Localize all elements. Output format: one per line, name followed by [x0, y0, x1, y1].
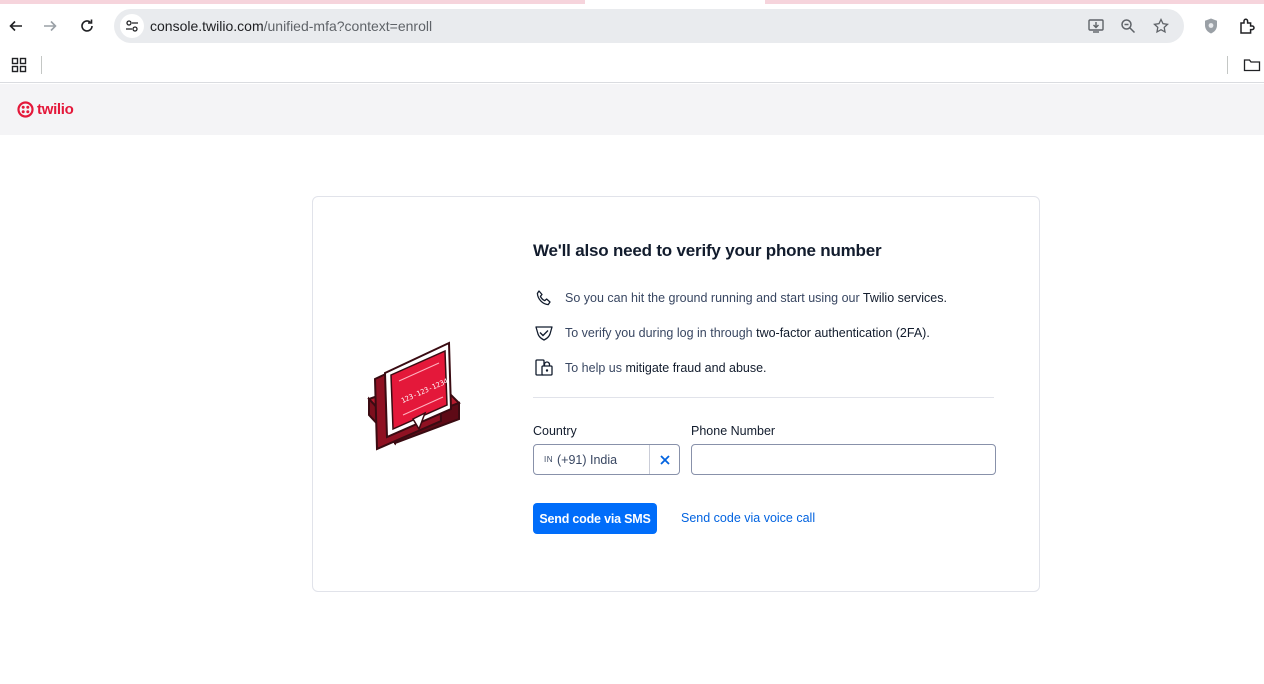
browser-toolbar: console.twilio.com/unified-mfa?context=e… [0, 4, 1264, 48]
folder-icon [1243, 59, 1261, 72]
country-flag: IN [544, 455, 553, 464]
close-icon [659, 454, 670, 465]
reason-text: So you can hit the ground running and st… [565, 291, 947, 305]
url-host: console.twilio.com [150, 18, 264, 34]
fraud-lock-icon [533, 358, 555, 378]
address-bar[interactable]: console.twilio.com/unified-mfa?context=e… [114, 9, 1184, 43]
card-title: We'll also need to verify your phone num… [533, 241, 882, 260]
shield-extension-icon [1205, 18, 1217, 34]
extension-shield-button[interactable] [1200, 15, 1222, 37]
shield-check-icon [533, 323, 555, 343]
country-label: Country [533, 424, 577, 438]
verify-phone-card: 123-123-1234 We'll also need to verify y… [312, 196, 1040, 592]
install-app-button[interactable] [1086, 16, 1106, 36]
bookmark-star-button[interactable] [1151, 16, 1171, 36]
bookmarks-bar [0, 48, 1264, 83]
back-arrow-icon [9, 20, 22, 32]
phone-number-label: Phone Number [691, 424, 776, 438]
zoom-button[interactable] [1118, 16, 1138, 36]
twilio-logo-icon [17, 100, 34, 118]
bookmarks-separator [41, 56, 42, 74]
bookmarks-separator-right [1227, 56, 1228, 74]
puzzle-icon [1240, 18, 1255, 34]
logo-text: twilio [37, 100, 74, 118]
app-header: twilio [0, 84, 1264, 135]
list-item: To help us mitigate fraud and abuse. [533, 358, 995, 396]
forward-arrow-icon [44, 20, 57, 32]
reload-button[interactable] [75, 14, 99, 38]
list-item: To verify you during log in through two-… [533, 326, 995, 361]
clear-country-button[interactable] [649, 445, 679, 474]
apps-grid-icon [11, 57, 27, 73]
reason-text: To verify you during log in through two-… [565, 326, 930, 340]
phone-form: Country IN (+91) India Phone Number [533, 424, 996, 475]
divider [533, 397, 994, 398]
country-select[interactable]: IN (+91) India [533, 444, 680, 475]
twilio-logo[interactable]: twilio [17, 99, 74, 119]
phone-number-input[interactable] [691, 444, 996, 475]
send-sms-button[interactable]: Send code via SMS [533, 503, 657, 534]
url-path: /unified-mfa?context=enroll [263, 18, 433, 34]
url-text: console.twilio.com/unified-mfa?context=e… [150, 18, 432, 34]
reasons-list: So you can hit the ground running and st… [533, 288, 995, 396]
back-button[interactable] [4, 14, 28, 38]
all-bookmarks-button[interactable] [1243, 56, 1261, 74]
form-actions: Send code via SMS Send code via voice ca… [533, 503, 995, 535]
extensions-button[interactable] [1236, 15, 1258, 37]
site-info-button[interactable] [120, 14, 144, 38]
reason-text: To help us mitigate fraud and abuse. [565, 361, 767, 375]
zoom-icon [1121, 19, 1136, 34]
apps-button[interactable] [10, 56, 28, 74]
send-voice-call-link[interactable]: Send code via voice call [681, 511, 815, 525]
install-icon [1088, 19, 1104, 33]
reload-icon [81, 19, 93, 32]
forward-button[interactable] [38, 14, 62, 38]
country-value: (+91) India [557, 452, 618, 467]
phone-icon [533, 288, 555, 308]
star-icon [1153, 18, 1169, 34]
phone-message-illustration: 123-123-1234 [363, 329, 463, 459]
tune-icon [126, 20, 138, 32]
card-content: We'll also need to verify your phone num… [533, 241, 996, 535]
list-item: So you can hit the ground running and st… [533, 288, 995, 326]
